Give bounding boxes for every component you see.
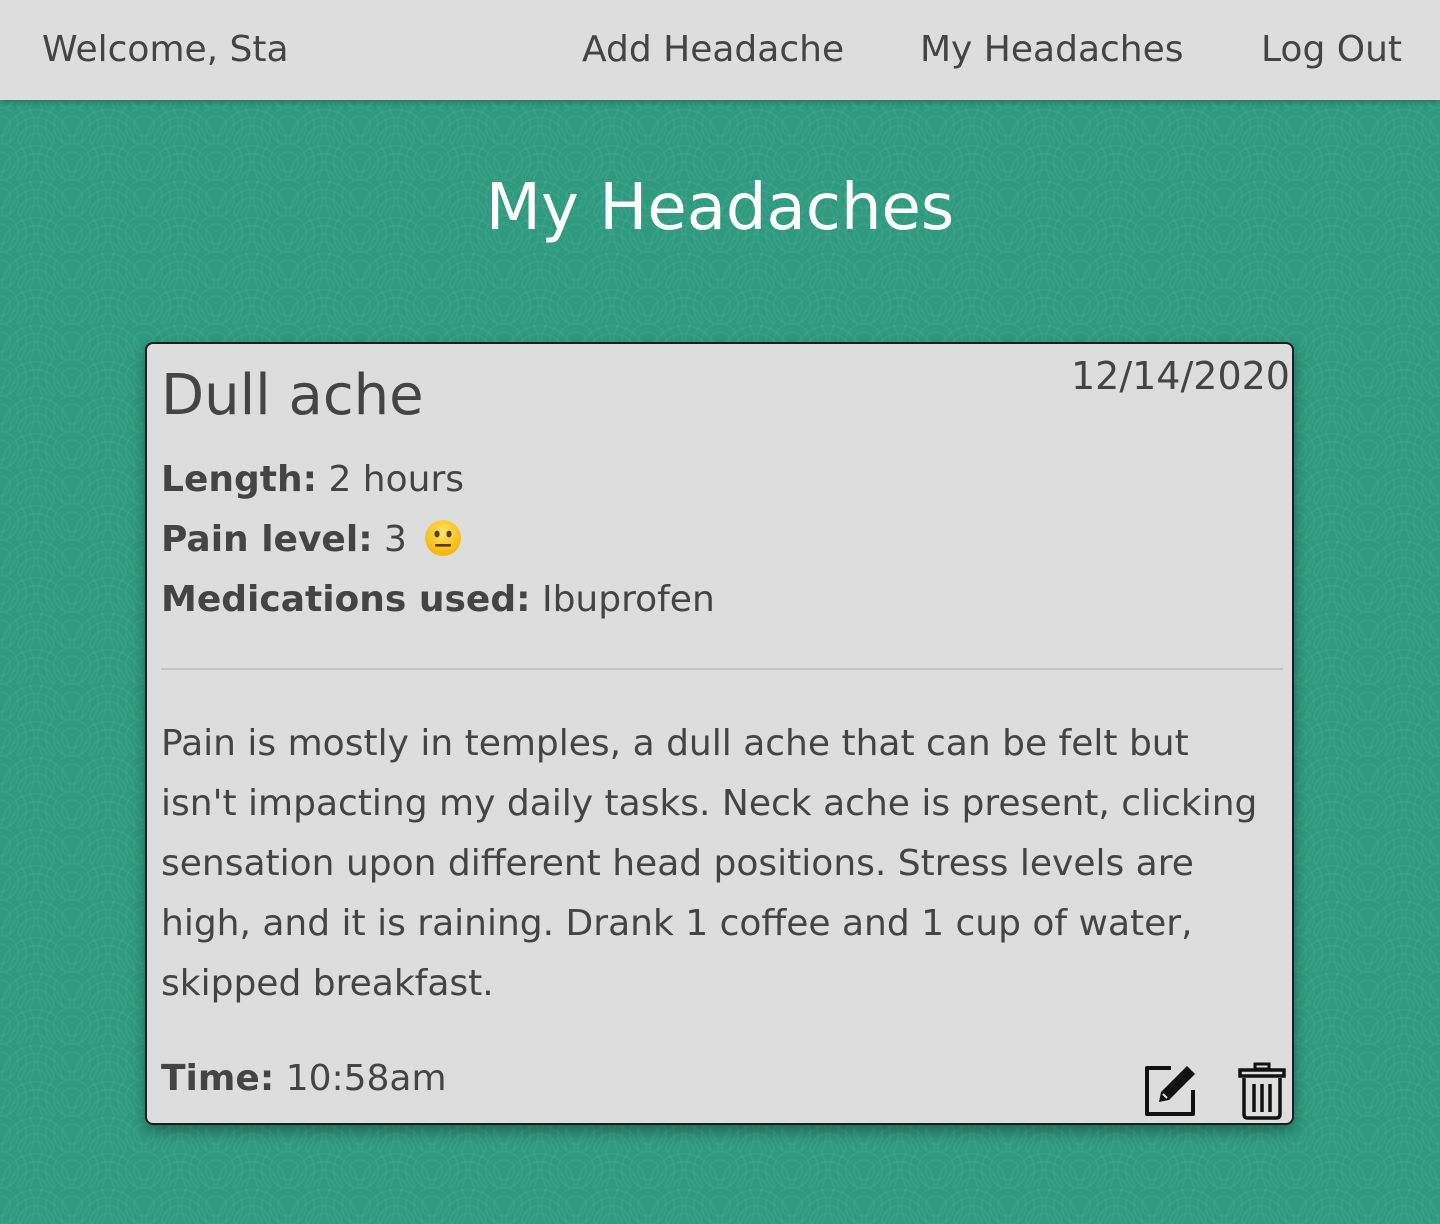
nav-link-add-headache[interactable]: Add Headache (582, 28, 844, 72)
time-value: 10:58am (285, 1058, 447, 1099)
card-divider (161, 668, 1283, 670)
edit-icon (1145, 1066, 1195, 1116)
nav-link-my-headaches[interactable]: My Headaches (920, 28, 1184, 72)
headache-card: 12/14/2020 Dull ache Length: 2 hours Pai… (145, 342, 1294, 1125)
length-value: 2 hours (328, 459, 465, 500)
medications-field: Medications used: Ibuprofen (161, 578, 715, 622)
trash-icon (1238, 1062, 1286, 1120)
medications-value: Ibuprofen (541, 579, 715, 620)
welcome-text: Welcome, Sta (42, 29, 289, 70)
headache-notes: Pain is mostly in temples, a dull ache t… (161, 723, 1258, 1004)
length-field: Length: 2 hours (161, 458, 464, 502)
top-navbar: Welcome, Sta Add Headache My Headaches L… (0, 0, 1440, 100)
headache-date: 12/14/2020 (1070, 354, 1290, 398)
time-field: Time: 10:58am (161, 1057, 447, 1101)
pain-level-label: Pain level: (161, 519, 373, 560)
time-label: Time: (161, 1058, 275, 1099)
edit-button[interactable] (1141, 1062, 1199, 1120)
pain-level-field: Pain level: 3 (161, 518, 462, 562)
nav-link-log-out[interactable]: Log Out (1261, 28, 1402, 72)
neutral-face-icon (425, 520, 462, 556)
pain-level-value: 3 (384, 519, 407, 560)
delete-button[interactable] (1237, 1062, 1287, 1120)
headache-title: Dull ache (161, 363, 424, 428)
page-title: My Headaches (485, 171, 955, 245)
medications-label: Medications used: (161, 579, 531, 620)
length-label: Length: (161, 459, 317, 500)
